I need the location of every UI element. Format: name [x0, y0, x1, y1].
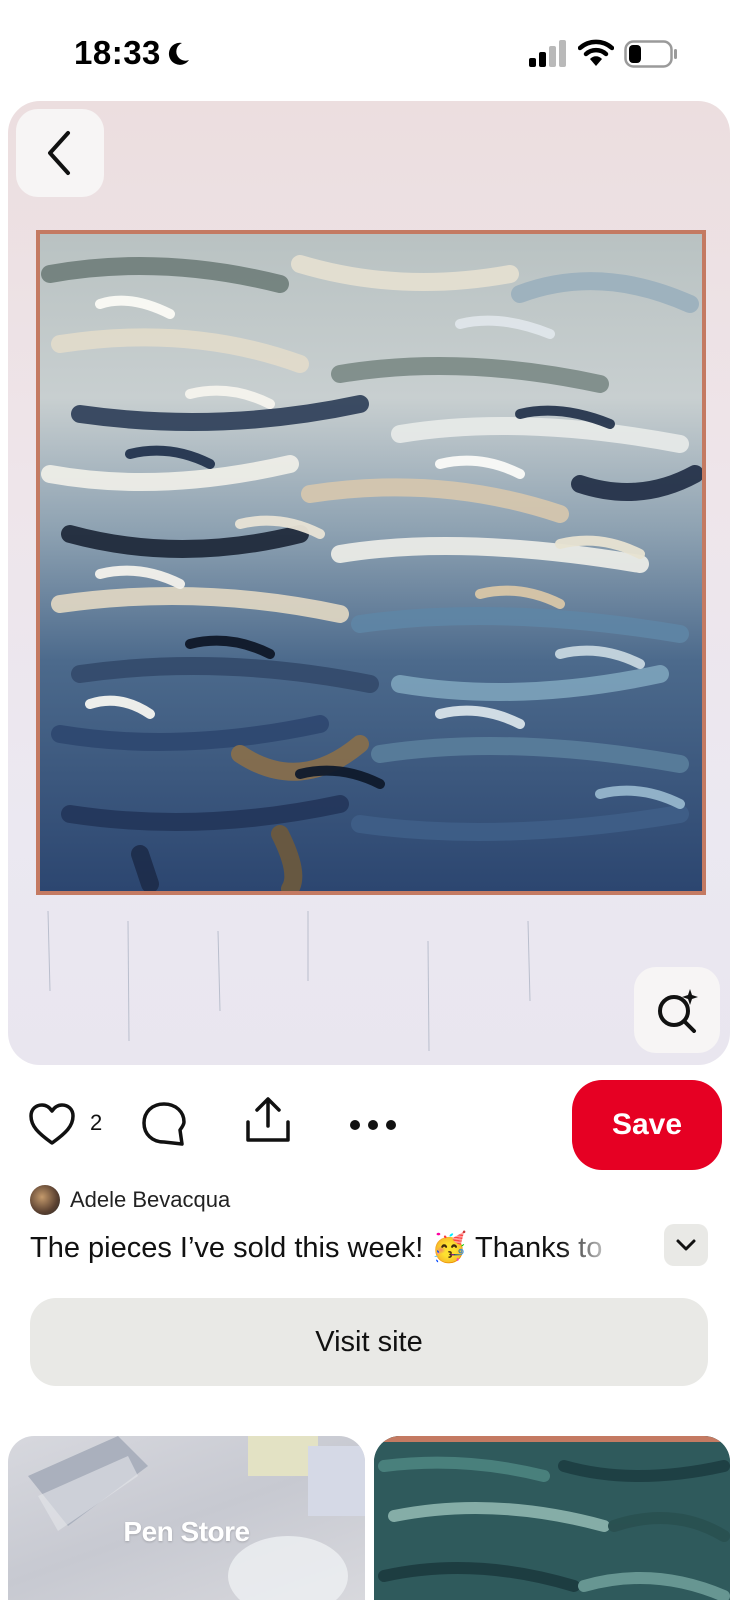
- back-button[interactable]: [16, 109, 104, 197]
- author-name[interactable]: Adele Bevacqua: [70, 1187, 230, 1213]
- more-icon[interactable]: [348, 1110, 398, 1140]
- pin-image[interactable]: [8, 101, 730, 1065]
- wall-drips: [47, 910, 531, 1052]
- related-pin-card[interactable]: [374, 1436, 730, 1600]
- painting: [36, 230, 706, 895]
- status-bar: 18:33: [0, 0, 738, 100]
- moon-icon: [168, 42, 189, 65]
- visit-site-button[interactable]: Visit site: [30, 1298, 708, 1386]
- wifi-icon: [578, 39, 614, 66]
- share-icon[interactable]: [244, 1096, 292, 1146]
- chevron-left-icon: [48, 131, 70, 175]
- lens-sparkle-icon: [658, 989, 698, 1033]
- related-pin-label: Pen Store: [123, 1516, 250, 1547]
- related-pin-card[interactable]: Pen Store: [8, 1436, 365, 1600]
- battery-icon: [624, 40, 677, 68]
- comment-icon[interactable]: [140, 1100, 188, 1148]
- action-bar: 2 Save: [0, 1070, 738, 1180]
- chevron-down-icon: [676, 1239, 696, 1251]
- related-painting-image: [374, 1436, 730, 1600]
- painting-artwork: [40, 234, 702, 891]
- author-row[interactable]: Adele Bevacqua: [30, 1184, 230, 1216]
- pin-description: The pieces I’ve sold this week! 🥳 Thanks…: [30, 1232, 603, 1264]
- avatar[interactable]: [30, 1185, 60, 1215]
- expand-description-button[interactable]: [664, 1224, 708, 1266]
- heart-icon[interactable]: [28, 1102, 76, 1146]
- description-fade: [560, 1226, 630, 1270]
- like-count: 2: [90, 1110, 103, 1135]
- visual-search-button[interactable]: [634, 967, 720, 1053]
- signal-icon: [529, 40, 566, 67]
- save-button[interactable]: Save: [572, 1080, 722, 1170]
- status-time: 18:33: [74, 34, 161, 71]
